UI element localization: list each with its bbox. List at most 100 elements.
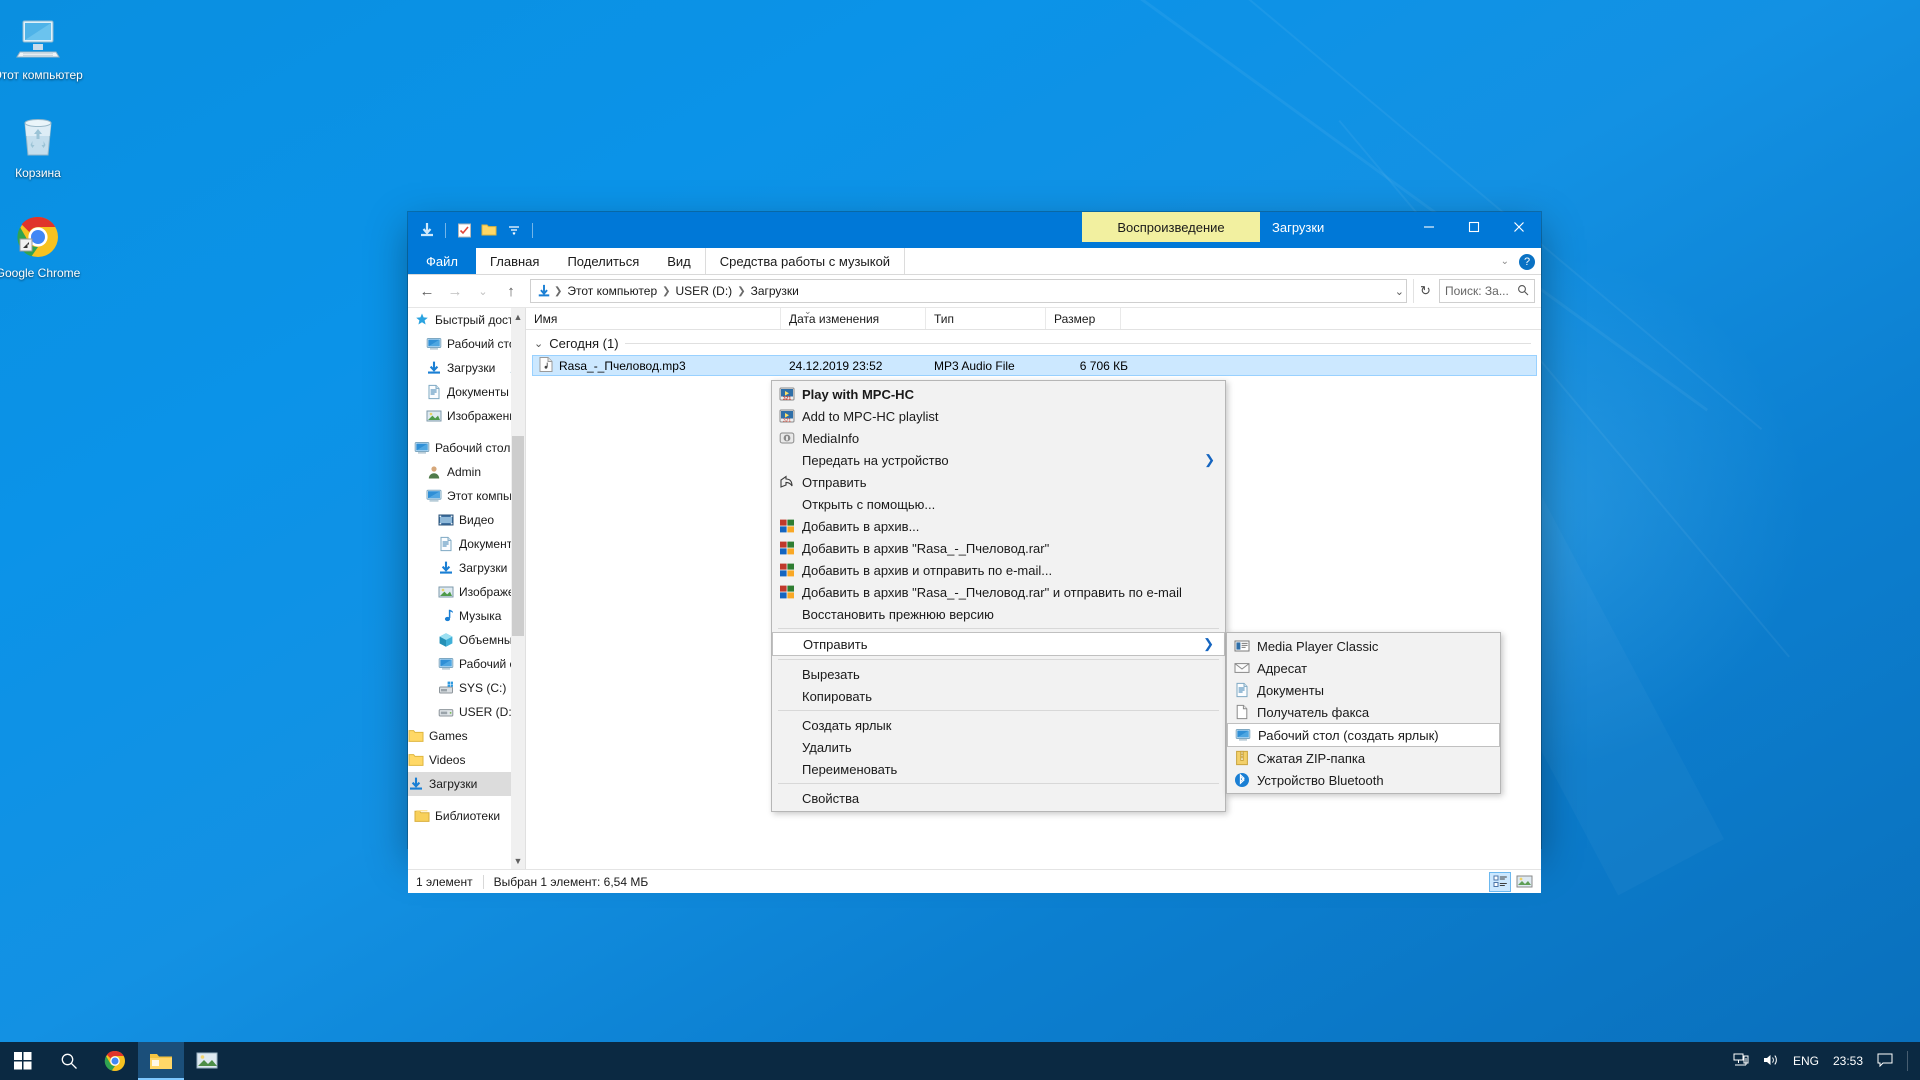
scroll-up-icon[interactable]: ▲ xyxy=(511,308,525,325)
menu-item-15[interactable]: Удалить xyxy=(772,736,1225,758)
sidebar-item-17[interactable]: Games xyxy=(408,724,525,748)
menu-item-2[interactable]: MediaInfo xyxy=(772,427,1225,449)
recent-locations-button[interactable]: ⌄ xyxy=(470,278,496,304)
sidebar-item-7[interactable]: Этот компьютер xyxy=(408,484,525,508)
menu-item-2[interactable]: Документы xyxy=(1227,679,1500,701)
chrome-icon[interactable] xyxy=(92,1042,138,1080)
desktop-icon-this-pc[interactable]: Этот компьютер xyxy=(0,14,84,82)
menu-item-0[interactable]: Media Player Classic xyxy=(1227,635,1500,657)
window-titlebar[interactable]: Воспроизведение Загрузки xyxy=(408,212,1541,248)
menu-item-3[interactable]: Передать на устройство ❯ xyxy=(772,449,1225,471)
forward-button[interactable]: → xyxy=(442,278,468,304)
breadcrumb-item-user-drive[interactable]: USER (D:) xyxy=(672,284,737,298)
scroll-down-icon[interactable]: ▼ xyxy=(511,852,525,869)
sidebar-item-0[interactable]: Быстрый доступ xyxy=(408,308,525,332)
start-button[interactable] xyxy=(0,1042,46,1080)
column-header-size[interactable]: Размер xyxy=(1046,308,1121,329)
context-menu[interactable]: 321 Play with MPC-HC 321 Add to MPC-HC play… xyxy=(771,380,1226,812)
sidebar-item-15[interactable]: SYS (C:) xyxy=(408,676,525,700)
notification-icon[interactable] xyxy=(1877,1053,1893,1070)
column-header-date[interactable]: Дата изменения xyxy=(781,308,926,329)
sidebar-item-4[interactable]: Изображени📌 xyxy=(408,404,525,428)
menu-item-11[interactable]: Отправить ❯ xyxy=(772,632,1225,656)
sidebar-item-10[interactable]: Загрузки xyxy=(408,556,525,580)
menu-item-16[interactable]: Переименовать xyxy=(772,758,1225,780)
breadcrumb-dropdown[interactable]: ⌄ xyxy=(1395,285,1404,298)
sidebar-item-6[interactable]: Admin xyxy=(408,460,525,484)
sidebar-item-16[interactable]: USER (D:) xyxy=(408,700,525,724)
up-button[interactable]: ↑ xyxy=(498,278,524,304)
chevron-down-icon[interactable]: ⌄ xyxy=(1501,256,1509,267)
menu-item-4[interactable]: Отправить xyxy=(772,471,1225,493)
download-icon[interactable] xyxy=(416,219,438,241)
menu-item-14[interactable]: Создать ярлык xyxy=(772,714,1225,736)
menu-item-6[interactable]: Добавить в архив... xyxy=(772,515,1225,537)
maximize-button[interactable] xyxy=(1451,212,1496,242)
customize-chevron-icon[interactable] xyxy=(503,219,525,241)
sidebar-item-14[interactable]: Рабочий стол xyxy=(408,652,525,676)
minimize-button[interactable] xyxy=(1406,212,1451,242)
breadcrumb-item-downloads[interactable]: Загрузки xyxy=(747,284,803,298)
sidebar-item-5[interactable]: Рабочий стол xyxy=(408,436,525,460)
menu-item-3[interactable]: Получатель факса xyxy=(1227,701,1500,723)
sidebar-item-1[interactable]: Рабочий сто.📌 xyxy=(408,332,525,356)
file-explorer-icon[interactable] xyxy=(138,1042,184,1080)
table-row[interactable]: Rasa_-_Пчеловод.mp3 24.12.2019 23:52 MP3… xyxy=(532,355,1537,376)
menu-item-4[interactable]: Рабочий стол (создать ярлык) xyxy=(1227,723,1500,747)
menu-item-8[interactable]: Добавить в архив и отправить по e-mail..… xyxy=(772,559,1225,581)
sidebar-item-11[interactable]: Изображения xyxy=(408,580,525,604)
context-submenu-send-to[interactable]: Media Player Classic Адресат Документы Полу… xyxy=(1226,632,1501,794)
menu-item-6[interactable]: Устройство Bluetooth xyxy=(1227,769,1500,791)
menu-item-9[interactable]: Добавить в архив "Rasa_-_Пчеловод.rar" и… xyxy=(772,581,1225,603)
search-input[interactable]: Поиск: За... xyxy=(1439,279,1535,303)
menu-item-7[interactable]: Добавить в архив "Rasa_-_Пчеловод.rar" xyxy=(772,537,1225,559)
breadcrumb[interactable]: ❯ Этот компьютер ❯ USER (D:) ❯ Загрузки … xyxy=(530,279,1407,303)
details-view-icon[interactable] xyxy=(1489,871,1511,892)
language-indicator[interactable]: ENG xyxy=(1793,1054,1819,1068)
sidebar-item-19[interactable]: Загрузки xyxy=(408,772,525,796)
column-header-type[interactable]: Тип xyxy=(926,308,1046,329)
tab-home[interactable]: Главная xyxy=(476,248,553,274)
photos-icon[interactable] xyxy=(184,1042,230,1080)
sidebar-item-2[interactable]: Загрузки📌 xyxy=(408,356,525,380)
menu-item-17[interactable]: Свойства xyxy=(772,787,1225,809)
menu-item-5[interactable]: Открыть с помощью... xyxy=(772,493,1225,515)
tab-file[interactable]: Файл xyxy=(408,248,476,274)
tab-music-tools[interactable]: Средства работы с музыкой xyxy=(704,248,906,274)
sidebar-item-12[interactable]: Музыка xyxy=(408,604,525,628)
network-icon[interactable] xyxy=(1733,1053,1749,1070)
search-icon[interactable] xyxy=(46,1042,92,1080)
menu-item-1[interactable]: 321 Add to MPC-HC playlist xyxy=(772,405,1225,427)
large-icons-view-icon[interactable] xyxy=(1513,872,1535,892)
menu-item-1[interactable]: Адресат xyxy=(1227,657,1500,679)
volume-icon[interactable] xyxy=(1763,1053,1779,1070)
desktop-icon-recycle-bin[interactable]: Корзина xyxy=(0,112,84,180)
back-button[interactable]: ← xyxy=(414,278,440,304)
column-header-name[interactable]: Имя xyxy=(526,308,781,329)
sidebar-item-9[interactable]: Документы xyxy=(408,532,525,556)
nav-scroll-thumb[interactable] xyxy=(512,436,524,636)
help-icon[interactable]: ? xyxy=(1519,253,1535,270)
breadcrumb-item-this-pc[interactable]: Этот компьютер xyxy=(563,284,661,298)
nav-scrollbar[interactable]: ▲ ▼ xyxy=(511,308,525,869)
clock[interactable]: 23:53 xyxy=(1833,1054,1863,1068)
properties-icon[interactable] xyxy=(453,219,475,241)
close-button[interactable] xyxy=(1496,212,1541,242)
menu-item-13[interactable]: Копировать xyxy=(772,685,1225,707)
menu-item-10[interactable]: Восстановить прежнюю версию xyxy=(772,603,1225,625)
group-header-today[interactable]: ⌄ Сегодня (1) xyxy=(526,330,1541,355)
menu-item-5[interactable]: Сжатая ZIP-папка xyxy=(1227,747,1500,769)
tab-view[interactable]: Вид xyxy=(653,248,705,274)
contextual-tab-playback[interactable]: Воспроизведение xyxy=(1082,212,1260,242)
sidebar-item-13[interactable]: Объемные об xyxy=(408,628,525,652)
sidebar-item-20[interactable]: Библиотеки xyxy=(408,804,525,828)
refresh-button[interactable]: ↻ xyxy=(1413,279,1437,303)
sidebar-item-18[interactable]: Videos xyxy=(408,748,525,772)
menu-item-0[interactable]: 321 Play with MPC-HC xyxy=(772,383,1225,405)
sidebar-item-8[interactable]: Видео xyxy=(408,508,525,532)
menu-item-12[interactable]: Вырезать xyxy=(772,663,1225,685)
tab-share[interactable]: Поделиться xyxy=(553,248,653,274)
desktop-icon-google-chrome[interactable]: Google Chrome xyxy=(0,212,84,280)
sidebar-item-3[interactable]: Документы📌 xyxy=(408,380,525,404)
new-folder-icon[interactable] xyxy=(478,219,500,241)
